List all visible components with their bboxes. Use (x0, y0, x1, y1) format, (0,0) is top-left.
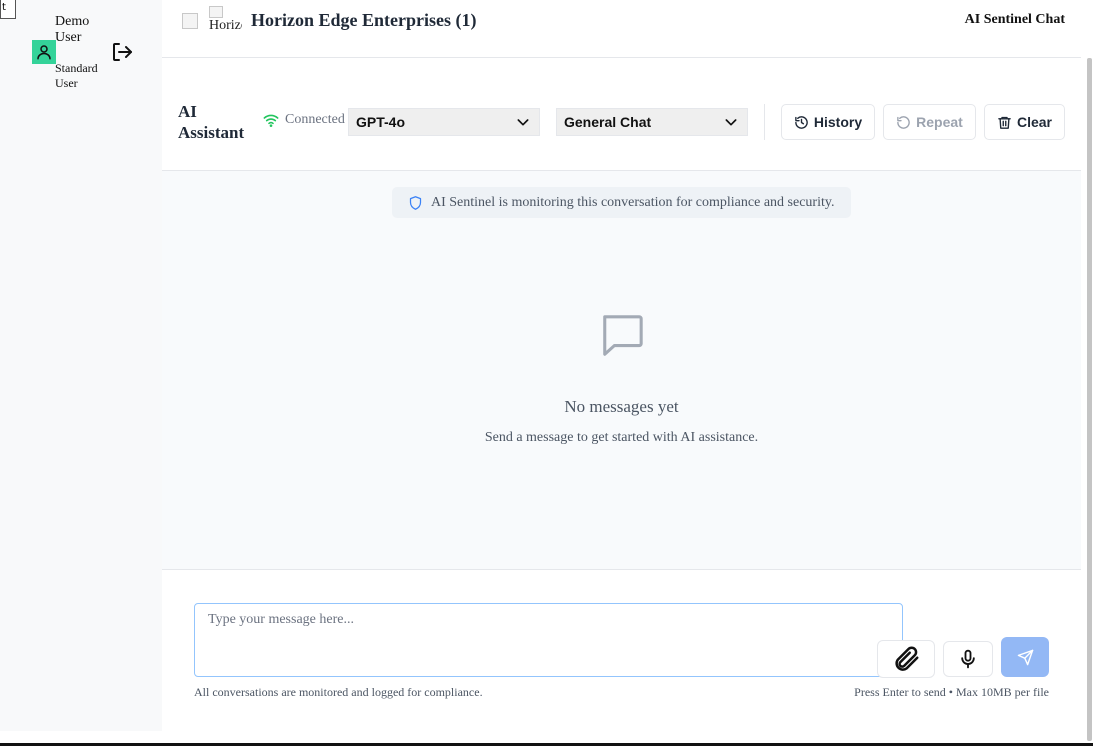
company-logo: Horizon (209, 6, 242, 38)
user-name: Demo User (55, 14, 90, 45)
message-square-icon (603, 315, 643, 356)
chat-mode-select[interactable]: General Chat (556, 108, 748, 136)
connection-status: Connected (263, 112, 345, 128)
user-role: Standard User (55, 61, 98, 90)
clear-button[interactable]: Clear (984, 104, 1065, 140)
user-icon (37, 45, 51, 60)
scrollbar[interactable] (1087, 58, 1092, 741)
broken-image-icon (209, 6, 223, 18)
page-title: Horizon Edge Enterprises (1) (251, 10, 477, 30)
microphone-button[interactable] (943, 641, 993, 677)
sidebar: t Demo User Standard User (0, 0, 162, 731)
app-title: AI Sentinel Chat (964, 12, 1065, 27)
avatar (32, 40, 56, 64)
send-button[interactable] (1001, 637, 1049, 677)
trash-icon (998, 116, 1011, 129)
logout-icon (113, 43, 132, 61)
composer: All conversations are monitored and logg… (162, 571, 1081, 731)
monitoring-notice: AI Sentinel is monitoring this conversat… (392, 187, 851, 218)
chevron-down-icon (725, 119, 737, 126)
history-icon (795, 115, 808, 129)
logo-alt-text: Horizon (209, 18, 242, 33)
shield-icon (409, 195, 422, 210)
rotate-icon (897, 115, 910, 129)
logout-button[interactable] (110, 40, 134, 64)
wifi-icon (263, 114, 279, 127)
message-area: AI Sentinel is monitoring this conversat… (162, 171, 1081, 570)
broken-image-icon (182, 13, 198, 29)
microphone-icon (961, 649, 975, 669)
model-select[interactable]: GPT-4o (348, 108, 540, 136)
history-button[interactable]: History (781, 104, 875, 140)
empty-state-title: No messages yet (564, 397, 679, 416)
chevron-down-icon (517, 119, 529, 126)
monitoring-notice-text: AI Sentinel is monitoring this conversat… (431, 194, 835, 210)
toolbar-divider (764, 104, 765, 140)
model-select-value: GPT-4o (356, 114, 406, 130)
compliance-footnote: All conversations are monitored and logg… (194, 685, 483, 699)
clear-label: Clear (1016, 114, 1053, 130)
header: Horizon Horizon Edge Enterprises (1) AI … (162, 0, 1081, 58)
paperclip-icon (895, 646, 919, 671)
assistant-title: AI Assistant (178, 102, 245, 142)
send-hint: Press Enter to send • Max 10MB per file (854, 685, 1049, 699)
corner-button[interactable]: t (0, 0, 16, 19)
history-label: History (813, 114, 863, 130)
chat-mode-select-value: General Chat (564, 114, 652, 130)
repeat-label: Repeat (916, 114, 963, 130)
repeat-button[interactable]: Repeat (883, 104, 976, 140)
message-input[interactable] (194, 603, 903, 677)
send-icon (1017, 649, 1033, 665)
empty-state-subtitle: Send a message to get started with AI as… (484, 430, 759, 445)
chat-toolbar: AI Assistant Connected GPT-4o General Ch… (162, 74, 1081, 171)
attach-button[interactable] (877, 640, 935, 678)
status-text: Connected (285, 112, 345, 127)
